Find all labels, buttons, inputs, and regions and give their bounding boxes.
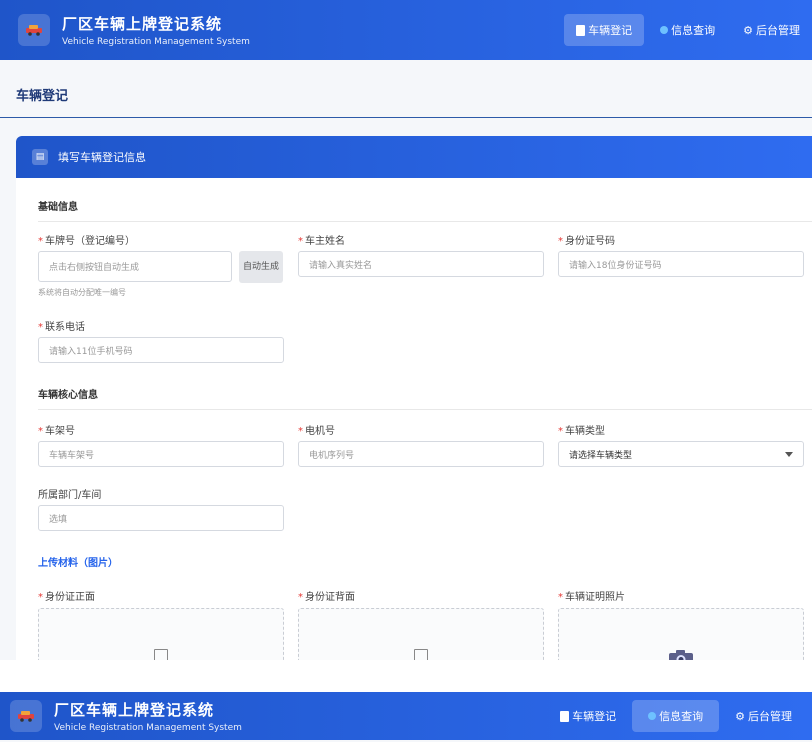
placeholder-glyph-icon [154, 649, 168, 660]
plate-placeholder: 点击右侧按钮自动生成 [49, 263, 140, 273]
top-nav: 车辆登记 信息查询 ⚙ 后台管理 [564, 0, 812, 60]
engine-label: * 电机号 [298, 426, 335, 437]
nav-admin[interactable]: ⚙ 后台管理 [731, 14, 812, 46]
section-basic: 基础信息 [38, 198, 812, 222]
idcard-placeholder: 请输入18位身份证号码 [569, 260, 662, 271]
card-header: ▤ 填写车辆登记信息 [16, 136, 812, 178]
phone-placeholder: 请输入11位手机号码 [49, 346, 133, 357]
top-nav: 车辆登记 信息查询 ⚙ 后台管理 [548, 692, 804, 740]
engine-placeholder: 电机序列号 [309, 450, 355, 461]
registration-card: ▤ 填写车辆登记信息 基础信息 * 车牌号（登记编号） 点击右侧按钮自动生成 自动… [16, 136, 812, 660]
field-owner: * 车主姓名 [298, 232, 345, 253]
upload-id-front[interactable] [38, 608, 284, 660]
upload-id-back[interactable] [298, 608, 544, 660]
owner-placeholder: 请输入真实姓名 [309, 260, 373, 271]
plate-hint: 系统将自动分配唯一编号 [38, 288, 126, 297]
app-header: 厂区车辆上牌登记系统 Vehicle Registration Manageme… [0, 0, 812, 60]
field-plate: * 车牌号（登记编号） [38, 232, 288, 253]
nav-label: 车辆登记 [588, 24, 633, 37]
upload-back-label-wrap: * 身份证背面 [298, 588, 355, 609]
gear-icon: ⚙ [743, 23, 753, 37]
plate-label: * 车牌号（登记编号） [38, 236, 135, 247]
field-idcard: * 身份证号码 [558, 232, 615, 253]
page-title: 车辆登记 [16, 89, 69, 104]
nav-label: 信息查询 [671, 24, 716, 37]
brand: 厂区车辆上牌登记系统 Vehicle Registration Manageme… [54, 699, 242, 733]
app-subtitle: Vehicle Registration Management System [54, 723, 242, 733]
upload-vehicle-label-wrap: * 车辆证明照片 [558, 588, 625, 609]
vehicle-type-value: 请选择车辆类型 [569, 450, 633, 461]
nav-label: 车辆登记 [572, 710, 617, 723]
nav-info-query[interactable]: 信息查询 [632, 700, 720, 732]
nav-info-query[interactable]: 信息查询 [648, 14, 727, 46]
nav-label: 后台管理 [756, 24, 800, 37]
idcard-input[interactable]: 请输入18位身份证号码 [558, 251, 804, 277]
upload-vehicle-photo[interactable] [558, 608, 804, 660]
upload-vehicle-label: * 车辆证明照片 [558, 592, 625, 603]
main-screen: 厂区车辆上牌登记系统 Vehicle Registration Manageme… [0, 0, 812, 660]
plate-input[interactable]: 点击右侧按钮自动生成 [38, 251, 232, 282]
app-subtitle: Vehicle Registration Management System [62, 37, 250, 47]
nav-label: 后台管理 [748, 710, 792, 723]
owner-label: * 车主姓名 [298, 236, 345, 247]
document-icon [560, 710, 570, 722]
app-title: 厂区车辆上牌登记系统 [62, 15, 223, 33]
vehicle-type-label: * 车辆类型 [558, 426, 605, 437]
globe-icon [660, 26, 669, 34]
upload-back-label: * 身份证背面 [298, 592, 355, 603]
idcard-label: * 身份证号码 [558, 236, 615, 247]
page-title-bar: 车辆登记 [0, 72, 812, 118]
gear-icon: ⚙ [735, 709, 745, 723]
brand: 厂区车辆上牌登记系统 Vehicle Registration Manageme… [62, 13, 250, 47]
document-icon: ▤ [32, 149, 48, 165]
field-phone: * 联系电话 [38, 318, 85, 339]
app-header: 厂区车辆上牌登记系统 Vehicle Registration Manageme… [0, 692, 812, 740]
phone-label: * 联系电话 [38, 322, 85, 333]
nav-label: 信息查询 [659, 710, 704, 723]
globe-icon [648, 712, 657, 720]
field-vehicle-type: * 车辆类型 [558, 422, 605, 443]
dept-placeholder: 选填 [49, 514, 68, 525]
vehicle-type-select[interactable]: 请选择车辆类型 [558, 441, 804, 467]
upload-front-label: * 身份证正面 [38, 592, 95, 603]
placeholder-glyph-icon [414, 649, 428, 660]
nav-vehicle-register[interactable]: 车辆登记 [548, 700, 628, 732]
section-upload: 上传材料（图片） [38, 558, 118, 569]
field-vin: * 车架号 [38, 422, 75, 443]
nav-admin[interactable]: ⚙ 后台管理 [723, 700, 804, 732]
document-icon [576, 24, 586, 36]
card-title: 填写车辆登记信息 [58, 151, 146, 164]
chevron-down-icon [785, 452, 793, 457]
section-vehicle: 车辆核心信息 [38, 386, 812, 410]
field-engine: * 电机号 [298, 422, 335, 443]
owner-name-input[interactable]: 请输入真实姓名 [298, 251, 544, 277]
vin-label: * 车架号 [38, 426, 75, 437]
upload-front-label-wrap: * 身份证正面 [38, 588, 95, 609]
nav-vehicle-register[interactable]: 车辆登记 [564, 14, 645, 46]
dept-label: 所属部门/车间 [38, 490, 102, 501]
car-icon [18, 14, 50, 46]
camera-icon [669, 650, 693, 660]
auto-generate-button[interactable]: 自动生成 [239, 251, 283, 283]
car-icon [10, 700, 42, 732]
app-title: 厂区车辆上牌登记系统 [54, 701, 215, 719]
engine-input[interactable]: 电机序列号 [298, 441, 544, 467]
query-screen: 厂区车辆上牌登记系统 Vehicle Registration Manageme… [0, 692, 812, 742]
vin-placeholder: 车辆车架号 [49, 450, 95, 461]
vin-input[interactable]: 车辆车架号 [38, 441, 284, 467]
phone-input[interactable]: 请输入11位手机号码 [38, 337, 284, 363]
dept-input[interactable]: 选填 [38, 505, 284, 531]
field-dept: 所属部门/车间 [38, 486, 101, 507]
